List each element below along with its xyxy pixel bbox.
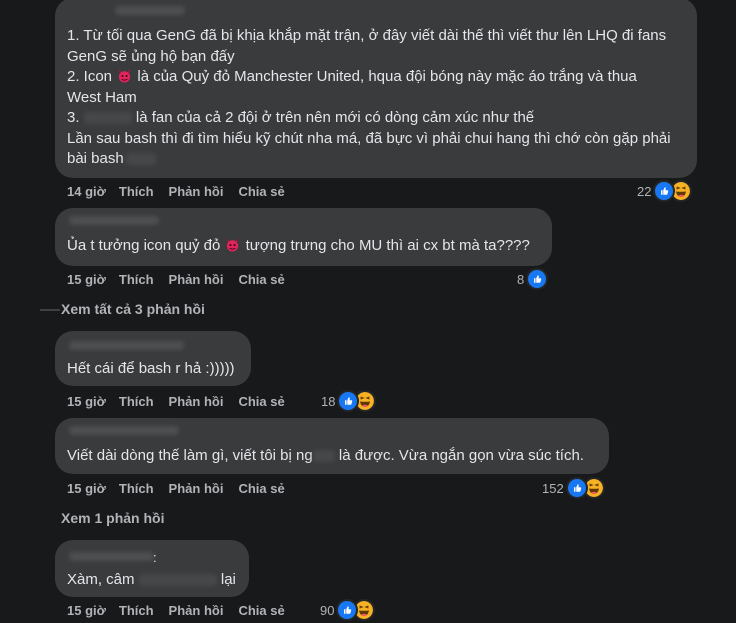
comment-1-actions: 14 giờ Thích Phản hồi Chia sẻ bbox=[67, 184, 300, 199]
comment-2-reactions[interactable]: 8 bbox=[517, 268, 549, 290]
comment-text-line: 1. Từ tối qua GenG đã bị khịa khắp mặt t… bbox=[67, 27, 667, 44]
like-button[interactable]: Thích bbox=[119, 184, 154, 199]
author-name-suffix: : bbox=[153, 550, 157, 565]
comment-text-fragment: tượng trưng cho MU thì ai cx bt mà ta???… bbox=[241, 237, 530, 254]
red-devil-emoji-icon bbox=[117, 68, 132, 83]
comment-2-actions: 15 giờ Thích Phản hồi Chia sẻ bbox=[67, 272, 300, 287]
comment-time[interactable]: 15 giờ bbox=[67, 394, 106, 409]
comment-text-fragment: 2. Icon bbox=[67, 68, 117, 85]
comment-5-reactions[interactable]: 90 bbox=[320, 599, 376, 621]
comment-2-bubble: Ủa t tưởng icon quỷ đỏ tượng trưng cho M… bbox=[55, 208, 552, 266]
share-button[interactable]: Chia sẻ bbox=[238, 272, 284, 287]
blurred-author-name[interactable] bbox=[69, 552, 154, 561]
comment-5-bubble: : Xàm, câm lại bbox=[55, 540, 249, 597]
see-all-replies-link[interactable]: Xem tất cả 3 phản hồi bbox=[61, 301, 205, 317]
comment-text-line: 2. Icon là của Quỷ đỏ Manchester United,… bbox=[67, 67, 685, 88]
share-button[interactable]: Chia sẻ bbox=[238, 184, 284, 199]
comment-text-fragment: là được. Vừa ngắn gọn vừa súc tích. bbox=[334, 447, 584, 464]
comment-text-fragment: là của Quỷ đỏ Manchester United, hqua độ… bbox=[133, 68, 637, 85]
comment-time[interactable]: 15 giờ bbox=[67, 481, 106, 496]
like-reaction-icon bbox=[565, 477, 588, 499]
like-button[interactable]: Thích bbox=[119, 394, 154, 409]
comment-5-actions: 15 giờ Thích Phản hồi Chia sẻ bbox=[67, 603, 300, 618]
like-button[interactable]: Thích bbox=[119, 272, 154, 287]
blurred-mention bbox=[83, 112, 132, 125]
reaction-count: 22 bbox=[637, 183, 652, 199]
blurred-author-name[interactable] bbox=[69, 216, 159, 225]
reply-button[interactable]: Phản hồi bbox=[169, 481, 224, 496]
comment-text-fragment: bài bash bbox=[67, 150, 124, 167]
blurred-mention bbox=[125, 153, 156, 166]
comment-text-fragment: 3. bbox=[67, 109, 84, 126]
comment-time[interactable]: 14 giờ bbox=[67, 184, 106, 199]
comment-4-bubble: Viết dài dòng thế làm gì, viết tôi bị ng… bbox=[55, 418, 609, 474]
blurred-author-name[interactable] bbox=[69, 426, 179, 435]
view-replies-link[interactable]: Xem 1 phản hồi bbox=[61, 510, 164, 526]
comment-text-line: West Ham bbox=[67, 88, 137, 106]
comment-4-reactions[interactable]: 152 bbox=[542, 477, 605, 499]
reaction-count: 90 bbox=[320, 602, 335, 618]
reaction-count: 18 bbox=[321, 393, 336, 409]
reply-button[interactable]: Phản hồi bbox=[169, 272, 224, 287]
comment-1-bubble: 1. Từ tối qua GenG đã bị khịa khắp mặt t… bbox=[55, 0, 697, 178]
comment-4-actions: 15 giờ Thích Phản hồi Chia sẻ bbox=[67, 481, 300, 496]
blurred-word bbox=[312, 450, 335, 463]
like-button[interactable]: Thích bbox=[119, 481, 154, 496]
share-button[interactable]: Chia sẻ bbox=[238, 481, 284, 496]
comment-3-actions: 15 giờ Thích Phản hồi Chia sẻ bbox=[67, 394, 300, 409]
comment-text-fragment: Ủa t tưởng icon quỷ đỏ bbox=[67, 237, 225, 254]
comment-time[interactable]: 15 giờ bbox=[67, 272, 106, 287]
comment-text-line: GenG sẽ ủng hộ bạn đấy bbox=[67, 47, 235, 65]
reply-button[interactable]: Phản hồi bbox=[169, 603, 224, 618]
red-devil-emoji-icon bbox=[225, 237, 240, 252]
comment-text-fragment: Viết dài dòng thế làm gì, viết tôi bị ng bbox=[67, 447, 313, 464]
thread-connector bbox=[40, 309, 60, 311]
comment-text-line: bài bash bbox=[67, 149, 685, 170]
comment-3-bubble: Hết cái để bash r hả :))))) bbox=[55, 331, 251, 386]
reply-button[interactable]: Phản hồi bbox=[169, 184, 224, 199]
comment-3-reactions[interactable]: 18 bbox=[321, 390, 377, 412]
comment-text-line: Lần sau bash thì đi tìm hiểu kỹ chút nha… bbox=[67, 129, 671, 147]
blurred-author-name[interactable] bbox=[115, 6, 185, 15]
reaction-count: 152 bbox=[542, 480, 564, 496]
comment-time[interactable]: 15 giờ bbox=[67, 603, 106, 618]
like-reaction-icon bbox=[526, 268, 549, 290]
comment-1-reactions[interactable]: 22 bbox=[637, 180, 693, 202]
blurred-word bbox=[138, 574, 217, 587]
share-button[interactable]: Chia sẻ bbox=[238, 394, 284, 409]
comment-text-line: 3. là fan của cả 2 đội ở trên nên mới có… bbox=[67, 108, 685, 129]
comment-text-fragment: lại bbox=[216, 571, 236, 588]
reply-button[interactable]: Phản hồi bbox=[169, 394, 224, 409]
blurred-author-name[interactable] bbox=[69, 341, 184, 350]
like-button[interactable]: Thích bbox=[119, 603, 154, 618]
comment-text-fragment: Xàm, câm bbox=[67, 571, 139, 588]
reaction-count: 8 bbox=[517, 271, 525, 287]
comment-text-fragment: là fan của cả 2 đội ở trên nên mới có dò… bbox=[131, 109, 535, 126]
share-button[interactable]: Chia sẻ bbox=[238, 603, 284, 618]
